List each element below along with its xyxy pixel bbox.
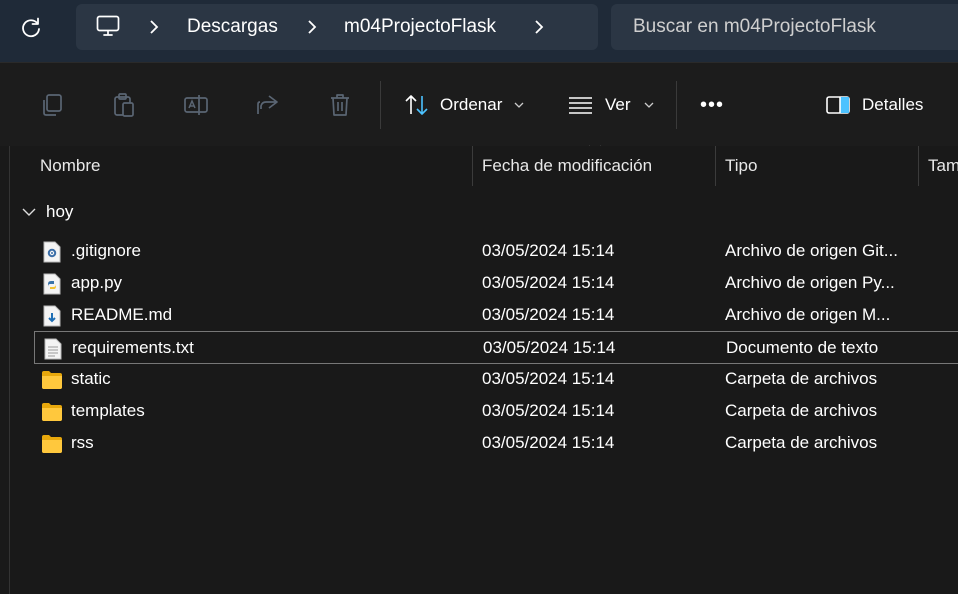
file-type: Archivo de origen Py... [725, 273, 895, 292]
column-header-modified[interactable]: Fecha de modificación [482, 156, 652, 176]
file-row[interactable]: rss 03/05/2024 15:14 Carpeta de archivos [34, 427, 958, 459]
file-type: Documento de texto [726, 338, 879, 357]
python-file-icon [43, 273, 61, 295]
chevron-right-icon[interactable] [148, 17, 160, 37]
column-header-name[interactable]: Nombre [40, 156, 100, 176]
this-pc-icon[interactable] [96, 15, 120, 37]
gear-file-icon [43, 241, 61, 263]
file-type: Carpeta de archivos [725, 369, 878, 388]
file-row[interactable]: requirements.txt 03/05/2024 15:14 Document… [34, 331, 958, 364]
sort-button[interactable]: Ordenar [403, 89, 524, 121]
folder-icon [42, 435, 62, 453]
pane-divider [9, 146, 10, 594]
file-type: Carpeta de archivos [725, 401, 878, 420]
file-type: Carpeta de archivos [725, 433, 878, 452]
details-button[interactable]: Detalles [825, 89, 923, 121]
details-pane-icon [826, 96, 850, 114]
file-modified: 03/05/2024 15:14 [482, 433, 615, 452]
toolbar-divider [676, 81, 677, 129]
file-name: .gitignore [71, 241, 141, 260]
folder-icon [42, 403, 62, 421]
text-file-icon [44, 338, 62, 360]
breadcrumb[interactable]: Descargas m04ProjectoFlask [76, 4, 598, 50]
markdown-file-icon [43, 305, 61, 327]
file-type: Archivo de origen M... [725, 305, 891, 324]
file-list: Nombre Fecha de modificación Tipo Tam ho… [0, 146, 958, 594]
column-divider[interactable] [472, 146, 473, 186]
file-type: Archivo de origen Git... [725, 241, 898, 260]
sort-icon [405, 95, 428, 115]
file-modified: 03/05/2024 15:14 [482, 305, 615, 324]
group-header[interactable]: hoy [22, 202, 73, 222]
file-name: rss [71, 433, 94, 452]
file-row[interactable]: .gitignore 03/05/2024 15:14 Archivo de ori… [34, 235, 958, 267]
column-header-size[interactable]: Tam [928, 156, 958, 176]
sort-label: Ordenar [440, 95, 503, 114]
details-label: Detalles [862, 95, 924, 114]
address-bar-region: Descargas m04ProjectoFlask [0, 0, 958, 62]
column-divider[interactable] [715, 146, 716, 186]
file-name: requirements.txt [72, 338, 194, 357]
refresh-icon[interactable] [18, 15, 44, 41]
view-button[interactable]: Ver [567, 89, 654, 121]
command-bar: Ordenar Ver ••• Detalles [0, 62, 958, 153]
view-list-icon [569, 97, 592, 114]
chevron-down-icon [514, 102, 524, 108]
file-row[interactable]: app.py 03/05/2024 15:14 Archivo de origen … [34, 267, 958, 299]
view-label: Ver [605, 95, 631, 114]
column-divider[interactable] [918, 146, 919, 186]
breadcrumb-item-current-folder[interactable]: m04ProjectoFlask [344, 17, 496, 37]
file-row[interactable]: static 03/05/2024 15:14 Carpeta de archivo… [34, 363, 958, 395]
chevron-down-icon[interactable] [22, 208, 36, 217]
search-input[interactable] [611, 4, 958, 50]
group-label: hoy [46, 202, 74, 221]
file-modified: 03/05/2024 15:14 [482, 369, 615, 388]
search-box[interactable] [611, 4, 958, 50]
file-row[interactable]: templates 03/05/2024 15:14 Carpeta de arch… [34, 395, 958, 427]
file-name: app.py [71, 273, 123, 292]
file-modified: 03/05/2024 15:14 [482, 273, 615, 292]
file-row[interactable]: README.md 03/05/2024 15:14 Archivo de orig… [34, 299, 958, 331]
chevron-down-icon [644, 102, 653, 108]
column-header-type[interactable]: Tipo [725, 156, 757, 176]
share-icon[interactable] [255, 92, 281, 118]
file-name: templates [71, 401, 145, 420]
file-modified: 03/05/2024 15:14 [482, 401, 615, 420]
breadcrumb-item-descargas[interactable]: Descargas [187, 17, 278, 37]
file-modified: 03/05/2024 15:14 [483, 338, 616, 357]
file-name: static [71, 369, 111, 388]
file-modified: 03/05/2024 15:14 [482, 241, 615, 260]
delete-icon[interactable] [327, 92, 353, 118]
more-options-button[interactable]: ••• [700, 89, 724, 121]
copy-icon[interactable] [39, 92, 65, 118]
chevron-right-icon[interactable] [306, 17, 318, 37]
chevron-right-icon[interactable] [533, 17, 545, 37]
rename-icon[interactable] [183, 92, 209, 118]
file-name: README.md [71, 305, 173, 324]
paste-icon[interactable] [111, 92, 137, 118]
folder-icon [42, 371, 62, 389]
toolbar-divider [380, 81, 381, 129]
